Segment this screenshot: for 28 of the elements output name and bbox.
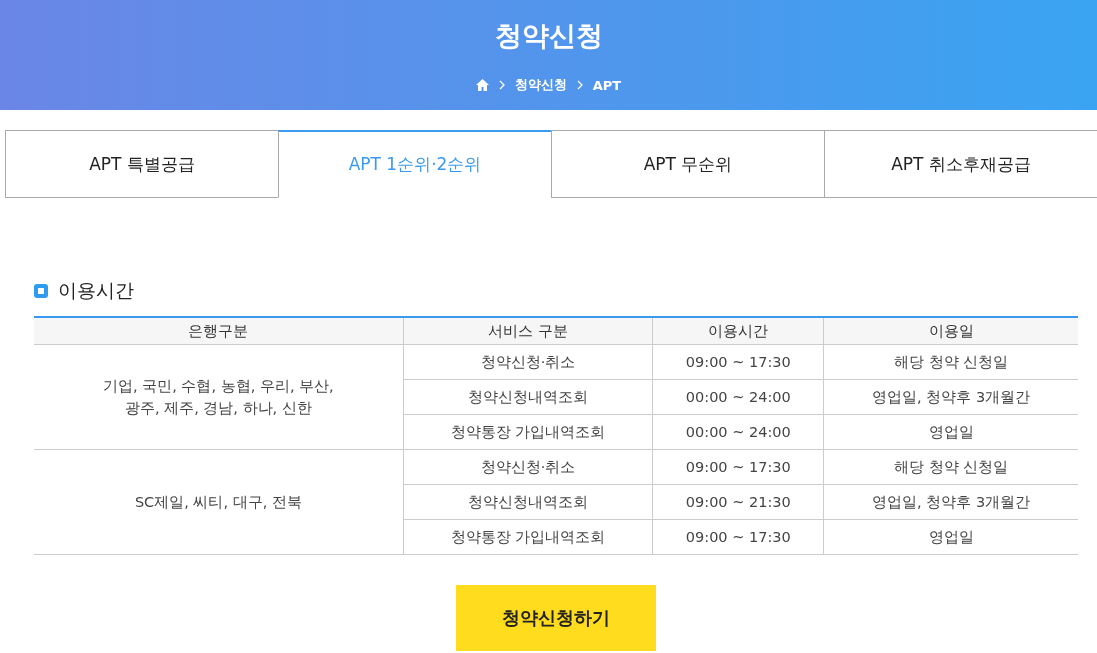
tab[interactable]: APT 특별공급 <box>5 130 279 198</box>
table-cell: 09:00 ~ 21:30 <box>652 484 824 520</box>
table-cell: 기업, 국민, 수협, 농협, 우리, 부산, 광주, 제주, 경남, 하나, 신한 <box>34 344 404 450</box>
tab[interactable]: APT 무순위 <box>551 130 825 198</box>
column-header: 이용시간 <box>652 317 824 345</box>
tab[interactable]: APT 취소후재공급 <box>824 130 1097 198</box>
column-header: 서비스 구분 <box>403 317 653 345</box>
table-cell: 청약통장 가입내역조회 <box>403 519 653 555</box>
table-cell: 청약신청내역조회 <box>403 379 653 415</box>
table-cell: 청약신청·취소 <box>403 449 653 485</box>
column-header: 은행구분 <box>34 317 404 345</box>
table-cell: 09:00 ~ 17:30 <box>652 449 824 485</box>
table-cell: 청약신청·취소 <box>403 344 653 380</box>
square-bullet-icon <box>34 284 48 298</box>
table-cell: 09:00 ~ 17:30 <box>652 519 824 555</box>
chevron-icon <box>498 80 505 90</box>
apply-button[interactable]: 청약신청하기 <box>456 585 656 651</box>
table-cell: 09:00 ~ 17:30 <box>652 344 824 380</box>
table-cell: SC제일, 씨티, 대구, 전북 <box>34 449 404 555</box>
section-title: 이용시간 <box>58 278 134 303</box>
chevron-icon <box>576 80 583 90</box>
table-cell: 청약신청내역조회 <box>403 484 653 520</box>
home-icon[interactable] <box>475 79 489 91</box>
page-title: 청약신청 <box>494 19 603 53</box>
table-cell: 00:00 ~ 24:00 <box>652 379 824 415</box>
table-cell: 청약통장 가입내역조회 <box>403 414 653 450</box>
column-header: 이용일 <box>823 317 1078 345</box>
table-cell: 00:00 ~ 24:00 <box>652 414 824 450</box>
